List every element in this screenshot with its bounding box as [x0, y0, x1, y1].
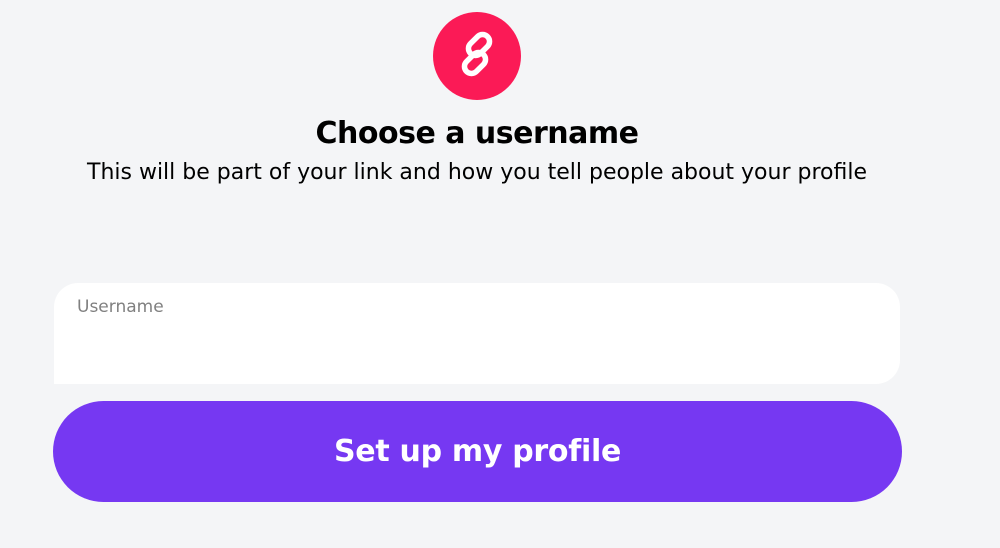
link-icon: [452, 29, 502, 83]
set-up-profile-button[interactable]: Set up my profile: [53, 401, 902, 502]
page-subtitle: This will be part of your link and how y…: [87, 160, 867, 185]
username-label: Username: [77, 297, 164, 317]
app-logo: [433, 12, 521, 100]
username-field[interactable]: Username: [54, 283, 900, 384]
username-setup-page: Choose a username This will be part of y…: [0, 0, 1000, 548]
username-input[interactable]: [76, 327, 876, 367]
page-title: Choose a username: [315, 116, 640, 151]
